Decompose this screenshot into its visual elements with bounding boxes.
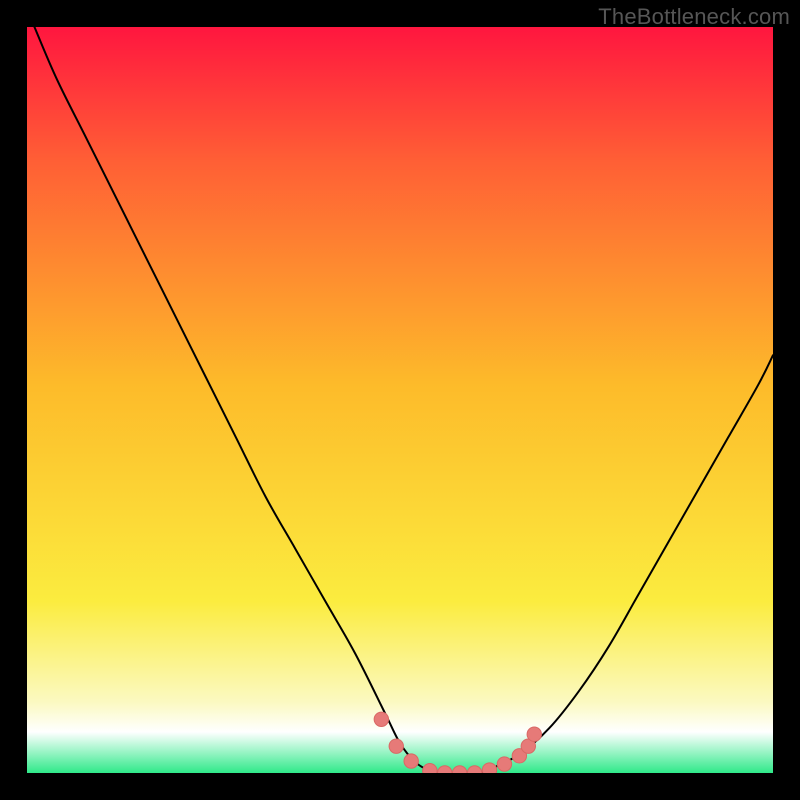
- marker-point: [423, 764, 437, 773]
- marker-point: [404, 754, 418, 768]
- marker-point: [497, 757, 511, 771]
- chart-frame: TheBottleneck.com: [0, 0, 800, 800]
- gradient-background: [27, 27, 773, 773]
- bottleneck-chart: [27, 27, 773, 773]
- marker-point: [389, 739, 403, 753]
- marker-point: [374, 712, 388, 726]
- marker-point: [527, 727, 541, 741]
- marker-point: [482, 763, 496, 773]
